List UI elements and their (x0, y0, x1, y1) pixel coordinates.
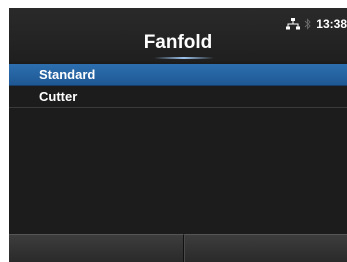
bluetooth-icon (304, 18, 312, 30)
option-standard[interactable]: Standard (9, 64, 347, 86)
option-list: Standard Cutter (9, 64, 347, 108)
option-label: Cutter (39, 89, 78, 104)
page-title: Fanfold (143, 32, 213, 53)
title-underline (154, 57, 214, 59)
clock-time: 13:38 (316, 17, 347, 31)
option-cutter[interactable]: Cutter (9, 86, 347, 108)
softkey-right[interactable] (184, 234, 347, 262)
softkey-left[interactable] (9, 234, 184, 262)
option-label: Standard (39, 67, 96, 82)
softkey-bar (9, 234, 347, 262)
header-bar: Fanfold 13:38 (9, 8, 347, 62)
status-area: 13:38 (286, 15, 347, 33)
network-icon (286, 18, 301, 30)
printer-screen: Fanfold 13:38 Standard Cutter (9, 8, 347, 262)
